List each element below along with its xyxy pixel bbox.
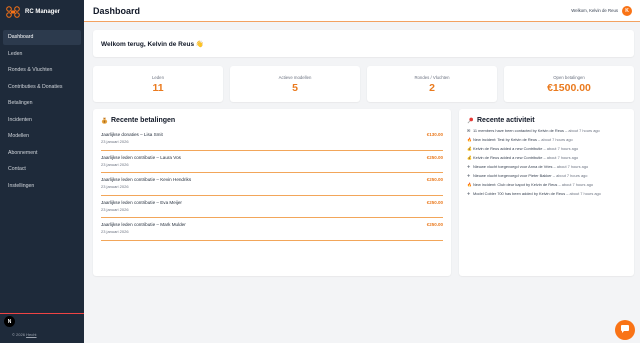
stat-label: Open betalingen [553, 74, 585, 80]
payment-description: Jaarlijkse leden contributie – Mark Muld… [101, 222, 186, 227]
activity-time: – about 7 hours ago [543, 155, 579, 160]
activity-item: ✈ Nieuwe vlucht toegevoegd voor Pieter B… [467, 173, 626, 178]
payment-row[interactable]: Jaarlijkse leden contributie – Eva Meije… [101, 196, 443, 218]
stat-card-open-betalingen: Open betalingen €1500.00 [504, 66, 634, 102]
pushpin-icon [467, 117, 474, 124]
sidebar-item-incidenten[interactable]: Incidenten [3, 113, 81, 128]
payment-row[interactable]: Jaarlijkse leden contributie – Kevin Hen… [101, 173, 443, 196]
sidebar-item-betalingen[interactable]: Betalingen [3, 96, 81, 111]
recent-activity-card: Recente activiteit ✉ 11 members have bee… [459, 109, 634, 276]
payment-description: Jaarlijkse leden contributie – Laura Vos [101, 154, 181, 160]
payment-date: 23 januari 2026 [101, 139, 129, 144]
brand[interactable]: RC Manager [0, 0, 84, 24]
stat-label: Leden [152, 74, 164, 80]
activity-time: – about 7 hours ago [565, 128, 600, 133]
recent-activity-title: Recente activiteit [467, 117, 626, 124]
sidebar-item-instellingen[interactable]: Instellingen [3, 179, 81, 194]
activity-list: ✉ 11 members have been contacted by Kelv… [467, 128, 626, 196]
activity-item: ✉ 11 members have been contacted by Kelv… [467, 128, 626, 133]
payment-description: Jaarlijkse leden contributie – Kevin Hen… [101, 177, 192, 182]
stat-label: Rondes / Vluchten [414, 74, 450, 80]
stat-card-rondes-vluchten: Rondes / Vluchten 2 [367, 66, 497, 102]
sidebar-footer-divider [0, 313, 84, 314]
sidebar-item-contributies-donaties[interactable]: Contributies & Donaties [3, 80, 81, 95]
payment-date: 23 januari 2026 [101, 184, 129, 189]
user-area: Welkom, Kelvin de Reus K [571, 5, 632, 16]
activity-text: New incident: Club deur kapot by Kelvin … [473, 182, 558, 187]
payment-date: 23 januari 2026 [101, 161, 129, 167]
sidebar-item-leden[interactable]: Leden [3, 47, 81, 62]
welcome-card: Welkom terug, Kelvin de Reus 👋 [93, 30, 634, 57]
stat-value: 2 [429, 81, 435, 94]
activity-time: – about 7 hours ago [552, 173, 588, 178]
payment-date: 23 januari 2026 [101, 229, 129, 234]
sidebar: RC Manager Dashboard Leden Rondes & Vluc… [0, 0, 84, 343]
activity-item: ✈ Nieuwe vlucht toegevoegd voor Anna de … [467, 164, 626, 169]
activity-text: Nieuwe vlucht toegevoegd voor Pieter Bak… [473, 173, 552, 178]
payment-amount: €250.00 [426, 199, 443, 205]
activity-text: Kelvin de Reus added a new Contributie [473, 146, 543, 151]
svg-text:$: $ [104, 120, 106, 124]
sidebar-item-dashboard[interactable]: Dashboard [3, 30, 81, 45]
recent-payments-title: $ Recente betalingen [101, 117, 443, 124]
dev-tools-badge[interactable]: N [4, 316, 15, 327]
payment-amount: €250.00 [426, 154, 443, 160]
recent-payments-card: $ Recente betalingen Jaarlijkse donaties… [93, 109, 451, 276]
payment-date: 23 januari 2026 [101, 206, 129, 212]
payment-row[interactable]: Jaarlijkse leden contributie – Laura Vos… [101, 151, 443, 173]
activity-text: Kelvin de Reus added a new Contributie [473, 155, 543, 160]
sidebar-item-abonnement[interactable]: Abonnement [3, 146, 81, 161]
recent-activity-heading: Recente activiteit [477, 117, 535, 124]
activity-text: 11 members have been contacted by Kelvin… [473, 128, 564, 133]
payment-amount: €250.00 [426, 222, 443, 227]
activity-time: – about 7 hours ago [558, 182, 594, 187]
chat-button[interactable] [615, 320, 635, 340]
payment-description: Jaarlijkse leden contributie – Eva Meije… [101, 199, 182, 205]
main-content: Welkom terug, Kelvin de Reus 👋 Leden 11 … [93, 30, 634, 276]
user-avatar[interactable]: K [622, 5, 632, 16]
welcome-title: Welkom terug, Kelvin de Reus 👋 [101, 40, 204, 48]
stat-value: €1500.00 [547, 81, 591, 94]
activity-text: Model Cobler 700 has been added by Kelvi… [473, 191, 566, 196]
payment-description: Jaarlijkse donaties – Lisa Smit [101, 132, 163, 137]
brand-name: RC Manager [25, 9, 61, 15]
money-bag-icon: $ [101, 117, 108, 124]
sidebar-item-modellen[interactable]: Modellen [3, 129, 81, 144]
copyright: © 2026 Hecht [12, 332, 37, 337]
recent-payments-heading: Recente betalingen [111, 117, 176, 124]
activity-time: – about 7 hours ago [543, 146, 579, 151]
chat-bubble-icon [620, 321, 630, 339]
payment-row[interactable]: Jaarlijkse donaties – Lisa Smit 23 janua… [101, 128, 443, 151]
activity-item: 🔥 New incident: Club deur kapot by Kelvi… [467, 182, 626, 187]
payment-row[interactable]: Jaarlijkse leden contributie – Mark Muld… [101, 218, 443, 241]
activity-item: ✈ Model Cobler 700 has been added by Kel… [467, 191, 626, 196]
activity-time: – about 7 hours ago [566, 191, 601, 196]
copyright-text: © 2026 [12, 332, 27, 337]
activity-time: – about 7 hours ago [538, 137, 573, 142]
copyright-link[interactable]: Hecht [26, 332, 36, 337]
stats-row: Leden 11 Actieve modellen 5 Rondes / Vlu… [93, 66, 634, 102]
activity-time: – about 7 hours ago [553, 164, 589, 169]
top-header: Dashboard Welkom, Kelvin de Reus K [84, 0, 640, 22]
payment-amount: €250.00 [426, 177, 443, 182]
stat-label: Actieve modellen [278, 74, 312, 80]
activity-item: 🔥 New incident: Test by Kelvin de Reus –… [467, 137, 626, 142]
sidebar-item-rondes-vluchten[interactable]: Rondes & Vluchten [3, 63, 81, 78]
payment-amount: €130.00 [426, 132, 443, 137]
sidebar-item-contact[interactable]: Contact [3, 162, 81, 177]
stat-card-leden: Leden 11 [93, 66, 223, 102]
stat-value: 5 [292, 81, 298, 94]
drone-logo-icon [6, 6, 20, 18]
activity-item: 💰 Kelvin de Reus added a new Contributie… [467, 146, 626, 151]
sidebar-nav: Dashboard Leden Rondes & Vluchten Contri… [0, 30, 84, 193]
activity-item: 💰 Kelvin de Reus added a new Contributie… [467, 155, 626, 160]
activity-text: New incident: Test by Kelvin de Reus [473, 137, 537, 142]
stat-card-actieve-modellen: Actieve modellen 5 [230, 66, 360, 102]
welcome-user-text: Welkom, Kelvin de Reus [571, 8, 618, 13]
page-title: Dashboard [93, 5, 141, 16]
stat-value: 11 [152, 81, 164, 94]
activity-text: Nieuwe vlucht toegevoegd voor Anna de Vr… [473, 164, 553, 169]
